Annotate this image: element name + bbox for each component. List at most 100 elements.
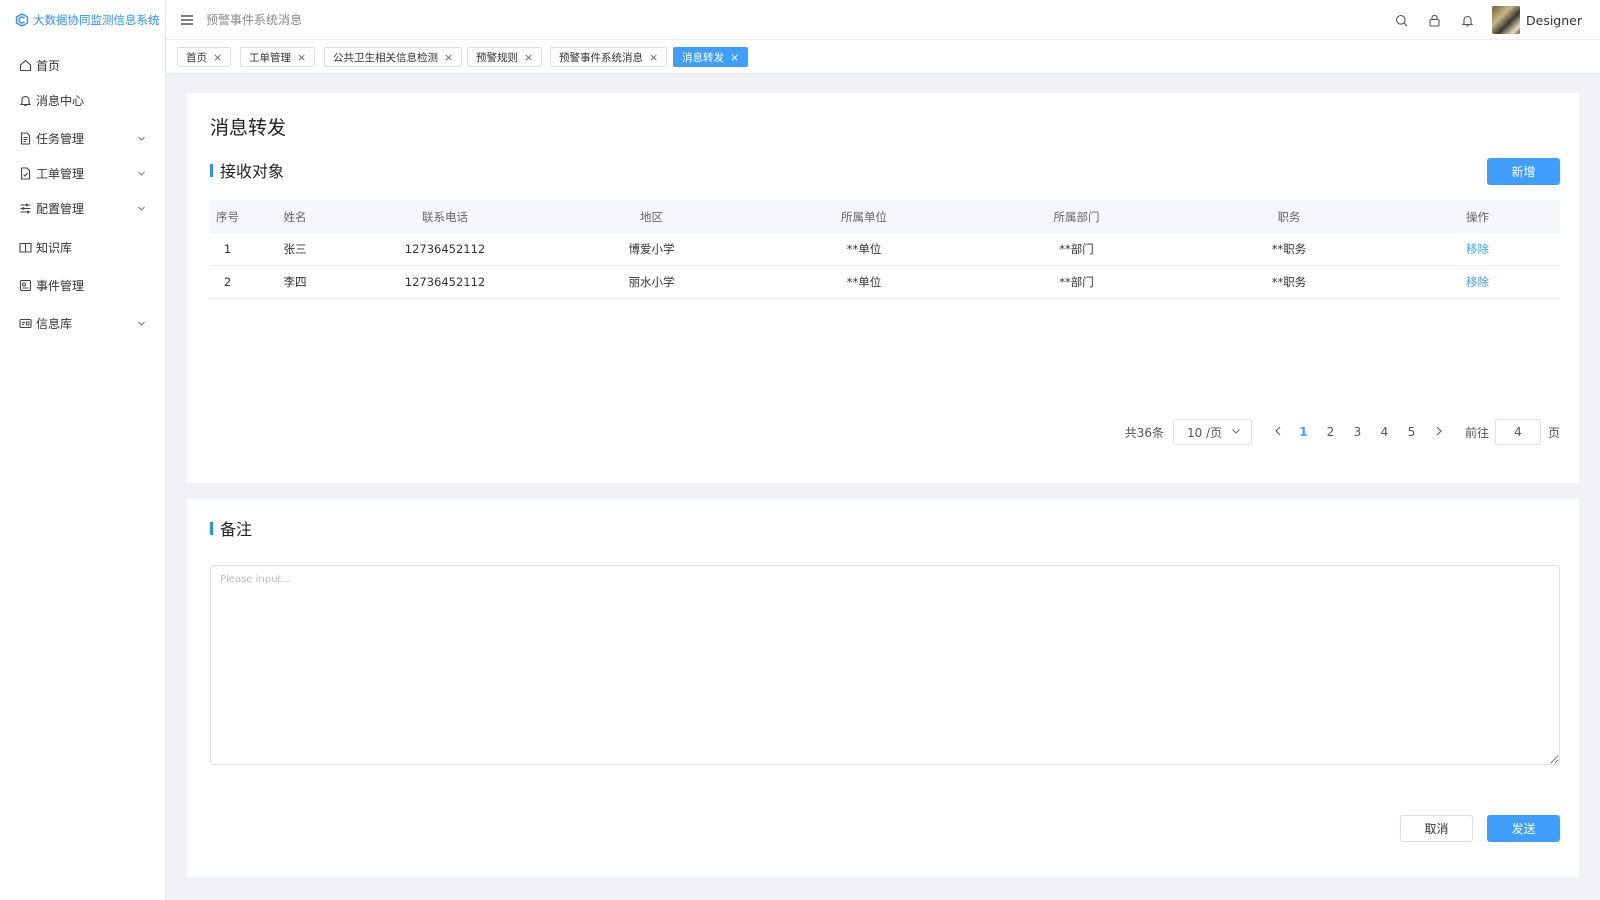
section-marker <box>210 163 213 177</box>
section-title-text: 备注 <box>220 520 253 539</box>
cell-unit: **单位 <box>846 275 882 289</box>
close-icon[interactable]: × <box>213 51 222 64</box>
table-header-row: 序号 姓名 联系电话 地区 所属单位 所属部门 职务 操作 <box>210 200 1560 233</box>
table-row: 2 李四 12736452112 丽水小学 **单位 **部门 **职务 移除 <box>210 266 1560 299</box>
sidebar-item-label: 首页 <box>36 58 61 73</box>
book-icon <box>18 240 32 254</box>
column-header: 操作 <box>1466 209 1489 224</box>
close-icon[interactable]: × <box>444 51 453 64</box>
cell-region: 博爱小学 <box>628 242 675 256</box>
sidebar-item-label: 事件管理 <box>36 278 85 293</box>
cancel-button[interactable]: 取消 <box>1400 815 1473 842</box>
page-number[interactable]: 1 <box>1290 425 1317 439</box>
tab-warning-messages[interactable]: 预警事件系统消息 × <box>550 47 668 67</box>
page-number[interactable]: 3 <box>1344 425 1371 439</box>
close-icon[interactable]: × <box>297 51 306 64</box>
send-button[interactable]: 发送 <box>1487 815 1560 842</box>
chevron-down-icon <box>1231 425 1241 439</box>
card-icon <box>18 316 32 330</box>
page-number[interactable]: 4 <box>1371 425 1398 439</box>
chevron-down-icon <box>135 317 147 329</box>
sidebar-item-events[interactable]: 事件管理 <box>0 270 165 300</box>
tab-message-forward[interactable]: 消息转发 × <box>673 47 749 67</box>
sidebar-item-config[interactable]: 配置管理 <box>0 193 165 223</box>
sidebar-item-knowledge[interactable]: 知识库 <box>0 232 165 262</box>
prev-page-icon[interactable] <box>1266 425 1290 439</box>
sidebar-item-label: 工单管理 <box>36 166 85 181</box>
column-header: 序号 <box>216 209 239 224</box>
tab-label: 预警事件系统消息 <box>559 51 643 64</box>
search-icon[interactable] <box>1393 12 1409 28</box>
sidebar-item-home[interactable]: 首页 <box>0 50 165 80</box>
tab-label: 首页 <box>186 51 207 64</box>
sidebar-item-tasks[interactable]: 任务管理 <box>0 123 165 153</box>
pagination: 共36条 10 /页 1 2 3 4 5 前往 页 <box>1125 419 1560 445</box>
column-header: 职务 <box>1277 209 1301 224</box>
sidebar: 大数据协同监测信息系统 首页 消息中心 任务管理 工单管理 配置管理 知识库 事… <box>0 0 166 900</box>
cell-department: **部门 <box>1059 275 1094 289</box>
sidebar-item-label: 知识库 <box>36 240 73 255</box>
event-icon <box>18 278 32 292</box>
table-row: 1 张三 12736452112 博爱小学 **单位 **部门 **职务 移除 <box>210 233 1560 266</box>
chevron-down-icon <box>135 202 147 214</box>
cell-index: 1 <box>223 242 232 256</box>
page-number[interactable]: 2 <box>1317 425 1344 439</box>
chevron-down-icon <box>135 167 147 179</box>
column-header: 地区 <box>640 209 663 224</box>
menu-toggle-icon[interactable] <box>180 13 194 27</box>
column-header: 姓名 <box>283 209 307 224</box>
home-icon <box>18 58 32 72</box>
remark-card: 备注 取消 发送 <box>187 499 1579 877</box>
cell-unit: **单位 <box>846 242 882 256</box>
tab-work-orders[interactable]: 工单管理 × <box>240 47 316 67</box>
sidebar-item-work-orders[interactable]: 工单管理 <box>0 158 165 188</box>
user-name[interactable]: Designer <box>1526 13 1582 28</box>
chevron-down-icon <box>135 132 147 144</box>
remove-link[interactable]: 移除 <box>1466 275 1489 289</box>
sidebar-item-label: 信息库 <box>36 316 73 331</box>
cell-position: **职务 <box>1271 275 1307 289</box>
sliders-icon <box>18 201 32 215</box>
sidebar-item-label: 任务管理 <box>36 131 85 146</box>
sidebar-item-info-library[interactable]: 信息库 <box>0 308 165 338</box>
cell-department: **部门 <box>1059 242 1094 256</box>
next-page-icon[interactable] <box>1427 425 1451 439</box>
goto-page-input[interactable] <box>1494 419 1541 445</box>
lock-icon[interactable] <box>1426 12 1442 28</box>
tab-public-health[interactable]: 公共卫生相关信息检测 × <box>324 47 463 67</box>
column-header: 所属单位 <box>841 209 887 224</box>
column-header: 联系电话 <box>422 209 468 224</box>
close-icon[interactable]: × <box>649 51 658 64</box>
section-title-remark: 备注 <box>210 516 252 540</box>
close-icon[interactable]: × <box>730 51 739 64</box>
section-title-text: 接收对象 <box>220 162 285 181</box>
logo-icon <box>15 13 29 27</box>
section-title-recipients: 接收对象 <box>210 158 284 182</box>
sidebar-item-messages[interactable]: 消息中心 <box>0 85 165 115</box>
tab-label: 预警规则 <box>476 51 518 64</box>
add-recipient-button[interactable]: 新增 <box>1487 158 1560 185</box>
app-logo[interactable]: 大数据协同监测信息系统 <box>0 0 165 40</box>
page-size-value: 10 /页 <box>1186 425 1223 440</box>
breadcrumb: 预警事件系统消息 <box>206 13 303 27</box>
remove-link[interactable]: 移除 <box>1466 242 1489 256</box>
page-size-select[interactable]: 10 /页 <box>1172 419 1252 445</box>
remark-textarea[interactable] <box>210 565 1560 765</box>
tab-label: 消息转发 <box>682 51 724 64</box>
tab-home[interactable]: 首页 × <box>177 47 232 67</box>
page-title: 消息转发 <box>210 117 287 139</box>
avatar[interactable] <box>1492 6 1520 34</box>
cell-index: 2 <box>223 275 232 289</box>
cell-region: 丽水小学 <box>628 275 675 289</box>
tab-label: 工单管理 <box>249 51 291 64</box>
notification-bell-icon[interactable] <box>1459 12 1475 28</box>
top-header: 预警事件系统消息 Designer <box>166 0 1600 40</box>
column-header: 所属部门 <box>1053 209 1100 224</box>
page-number[interactable]: 5 <box>1398 425 1425 439</box>
sidebar-item-label: 消息中心 <box>36 93 85 108</box>
cell-position: **职务 <box>1271 242 1307 256</box>
header-actions: Designer <box>1376 0 1582 40</box>
close-icon[interactable]: × <box>524 51 533 64</box>
recipients-card: 消息转发 接收对象 新增 序号 姓名 联系电话 地区 所属单位 所属部门 职务 … <box>187 93 1579 483</box>
tab-warning-rules[interactable]: 预警规则 × <box>467 47 543 67</box>
